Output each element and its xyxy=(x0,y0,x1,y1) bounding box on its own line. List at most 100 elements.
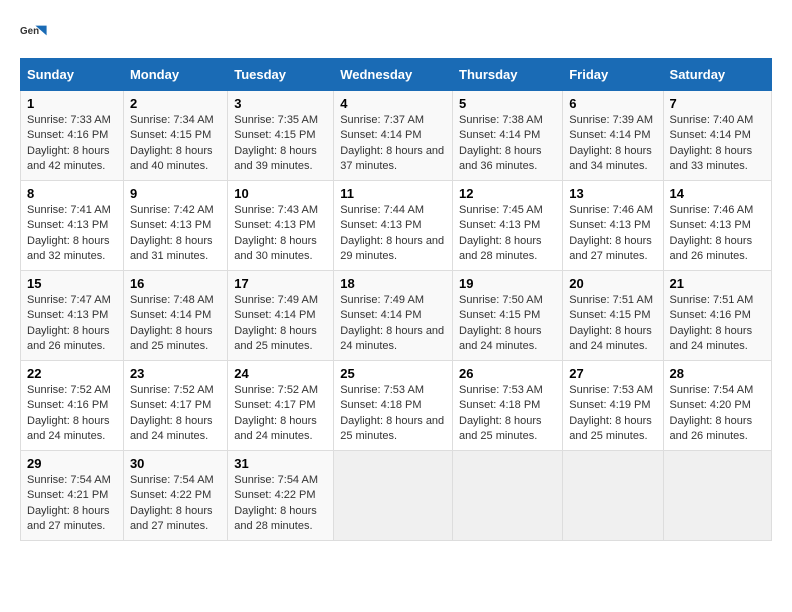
calendar-cell: 7 Sunrise: 7:40 AM Sunset: 4:14 PM Dayli… xyxy=(663,91,771,181)
sunset-label: Sunset: 4:21 PM xyxy=(27,489,108,501)
header-cell: Sunday xyxy=(21,59,124,91)
day-info: Sunrise: 7:39 AM Sunset: 4:14 PM Dayligh… xyxy=(569,113,656,175)
daylight-label: Daylight: 8 hours and 37 minutes. xyxy=(340,145,444,172)
sunrise-label: Sunrise: 7:48 AM xyxy=(130,294,214,306)
table-row: 29 Sunrise: 7:54 AM Sunset: 4:21 PM Dayl… xyxy=(21,451,772,541)
sunset-label: Sunset: 4:15 PM xyxy=(234,129,315,141)
day-info: Sunrise: 7:33 AM Sunset: 4:16 PM Dayligh… xyxy=(27,113,117,175)
sunrise-label: Sunrise: 7:40 AM xyxy=(670,114,754,126)
calendar-cell: 8 Sunrise: 7:41 AM Sunset: 4:13 PM Dayli… xyxy=(21,181,124,271)
sunrise-label: Sunrise: 7:33 AM xyxy=(27,114,111,126)
header-cell: Monday xyxy=(123,59,227,91)
day-number: 16 xyxy=(130,276,221,291)
sunset-label: Sunset: 4:14 PM xyxy=(234,309,315,321)
sunrise-label: Sunrise: 7:42 AM xyxy=(130,204,214,216)
calendar-cell: 14 Sunrise: 7:46 AM Sunset: 4:13 PM Dayl… xyxy=(663,181,771,271)
day-info: Sunrise: 7:46 AM Sunset: 4:13 PM Dayligh… xyxy=(670,203,765,265)
calendar-cell: 3 Sunrise: 7:35 AM Sunset: 4:15 PM Dayli… xyxy=(228,91,334,181)
day-number: 7 xyxy=(670,96,765,111)
calendar-cell: 17 Sunrise: 7:49 AM Sunset: 4:14 PM Dayl… xyxy=(228,271,334,361)
calendar-body: 1 Sunrise: 7:33 AM Sunset: 4:16 PM Dayli… xyxy=(21,91,772,541)
calendar-cell: 2 Sunrise: 7:34 AM Sunset: 4:15 PM Dayli… xyxy=(123,91,227,181)
calendar-cell xyxy=(334,451,453,541)
sunset-label: Sunset: 4:22 PM xyxy=(130,489,211,501)
calendar-cell: 12 Sunrise: 7:45 AM Sunset: 4:13 PM Dayl… xyxy=(453,181,563,271)
logo: Gen xyxy=(20,20,52,48)
day-number: 4 xyxy=(340,96,446,111)
sunrise-label: Sunrise: 7:52 AM xyxy=(130,384,214,396)
daylight-label: Daylight: 8 hours and 33 minutes. xyxy=(670,145,753,172)
sunset-label: Sunset: 4:16 PM xyxy=(27,129,108,141)
day-info: Sunrise: 7:43 AM Sunset: 4:13 PM Dayligh… xyxy=(234,203,327,265)
day-number: 28 xyxy=(670,366,765,381)
sunrise-label: Sunrise: 7:38 AM xyxy=(459,114,543,126)
sunset-label: Sunset: 4:19 PM xyxy=(569,399,650,411)
sunrise-label: Sunrise: 7:35 AM xyxy=(234,114,318,126)
daylight-label: Daylight: 8 hours and 24 minutes. xyxy=(130,415,213,442)
day-info: Sunrise: 7:54 AM Sunset: 4:22 PM Dayligh… xyxy=(234,473,327,535)
day-number: 23 xyxy=(130,366,221,381)
day-info: Sunrise: 7:54 AM Sunset: 4:22 PM Dayligh… xyxy=(130,473,221,535)
daylight-label: Daylight: 8 hours and 25 minutes. xyxy=(130,325,213,352)
day-info: Sunrise: 7:52 AM Sunset: 4:16 PM Dayligh… xyxy=(27,383,117,445)
day-info: Sunrise: 7:38 AM Sunset: 4:14 PM Dayligh… xyxy=(459,113,556,175)
calendar-cell: 1 Sunrise: 7:33 AM Sunset: 4:16 PM Dayli… xyxy=(21,91,124,181)
daylight-label: Daylight: 8 hours and 24 minutes. xyxy=(234,415,317,442)
sunset-label: Sunset: 4:14 PM xyxy=(340,129,421,141)
day-number: 17 xyxy=(234,276,327,291)
calendar-cell: 10 Sunrise: 7:43 AM Sunset: 4:13 PM Dayl… xyxy=(228,181,334,271)
day-info: Sunrise: 7:45 AM Sunset: 4:13 PM Dayligh… xyxy=(459,203,556,265)
calendar-cell: 23 Sunrise: 7:52 AM Sunset: 4:17 PM Dayl… xyxy=(123,361,227,451)
sunset-label: Sunset: 4:17 PM xyxy=(130,399,211,411)
day-info: Sunrise: 7:35 AM Sunset: 4:15 PM Dayligh… xyxy=(234,113,327,175)
daylight-label: Daylight: 8 hours and 25 minutes. xyxy=(340,415,444,442)
daylight-label: Daylight: 8 hours and 27 minutes. xyxy=(569,235,652,262)
sunset-label: Sunset: 4:13 PM xyxy=(27,219,108,231)
daylight-label: Daylight: 8 hours and 25 minutes. xyxy=(459,415,542,442)
day-info: Sunrise: 7:52 AM Sunset: 4:17 PM Dayligh… xyxy=(130,383,221,445)
sunset-label: Sunset: 4:15 PM xyxy=(459,309,540,321)
daylight-label: Daylight: 8 hours and 24 minutes. xyxy=(27,415,110,442)
day-info: Sunrise: 7:37 AM Sunset: 4:14 PM Dayligh… xyxy=(340,113,446,175)
day-info: Sunrise: 7:51 AM Sunset: 4:16 PM Dayligh… xyxy=(670,293,765,355)
daylight-label: Daylight: 8 hours and 26 minutes. xyxy=(670,415,753,442)
calendar-cell: 18 Sunrise: 7:49 AM Sunset: 4:14 PM Dayl… xyxy=(334,271,453,361)
day-number: 18 xyxy=(340,276,446,291)
sunset-label: Sunset: 4:16 PM xyxy=(670,309,751,321)
header-cell: Friday xyxy=(563,59,663,91)
logo-icon: Gen xyxy=(20,20,48,48)
day-info: Sunrise: 7:44 AM Sunset: 4:13 PM Dayligh… xyxy=(340,203,446,265)
sunrise-label: Sunrise: 7:52 AM xyxy=(234,384,318,396)
sunrise-label: Sunrise: 7:54 AM xyxy=(670,384,754,396)
day-number: 11 xyxy=(340,186,446,201)
calendar-cell: 29 Sunrise: 7:54 AM Sunset: 4:21 PM Dayl… xyxy=(21,451,124,541)
day-number: 22 xyxy=(27,366,117,381)
sunset-label: Sunset: 4:14 PM xyxy=(569,129,650,141)
day-info: Sunrise: 7:54 AM Sunset: 4:20 PM Dayligh… xyxy=(670,383,765,445)
day-info: Sunrise: 7:40 AM Sunset: 4:14 PM Dayligh… xyxy=(670,113,765,175)
sunrise-label: Sunrise: 7:47 AM xyxy=(27,294,111,306)
day-number: 1 xyxy=(27,96,117,111)
daylight-label: Daylight: 8 hours and 36 minutes. xyxy=(459,145,542,172)
daylight-label: Daylight: 8 hours and 28 minutes. xyxy=(459,235,542,262)
day-number: 9 xyxy=(130,186,221,201)
sunset-label: Sunset: 4:18 PM xyxy=(459,399,540,411)
sunrise-label: Sunrise: 7:39 AM xyxy=(569,114,653,126)
sunrise-label: Sunrise: 7:51 AM xyxy=(670,294,754,306)
day-info: Sunrise: 7:53 AM Sunset: 4:19 PM Dayligh… xyxy=(569,383,656,445)
sunrise-label: Sunrise: 7:53 AM xyxy=(459,384,543,396)
sunrise-label: Sunrise: 7:44 AM xyxy=(340,204,424,216)
sunrise-label: Sunrise: 7:43 AM xyxy=(234,204,318,216)
sunset-label: Sunset: 4:18 PM xyxy=(340,399,421,411)
day-number: 15 xyxy=(27,276,117,291)
day-number: 29 xyxy=(27,456,117,471)
day-info: Sunrise: 7:50 AM Sunset: 4:15 PM Dayligh… xyxy=(459,293,556,355)
calendar-cell: 24 Sunrise: 7:52 AM Sunset: 4:17 PM Dayl… xyxy=(228,361,334,451)
calendar-cell: 5 Sunrise: 7:38 AM Sunset: 4:14 PM Dayli… xyxy=(453,91,563,181)
day-info: Sunrise: 7:52 AM Sunset: 4:17 PM Dayligh… xyxy=(234,383,327,445)
header-cell: Thursday xyxy=(453,59,563,91)
sunset-label: Sunset: 4:14 PM xyxy=(130,309,211,321)
sunrise-label: Sunrise: 7:54 AM xyxy=(130,474,214,486)
daylight-label: Daylight: 8 hours and 29 minutes. xyxy=(340,235,444,262)
sunrise-label: Sunrise: 7:46 AM xyxy=(670,204,754,216)
